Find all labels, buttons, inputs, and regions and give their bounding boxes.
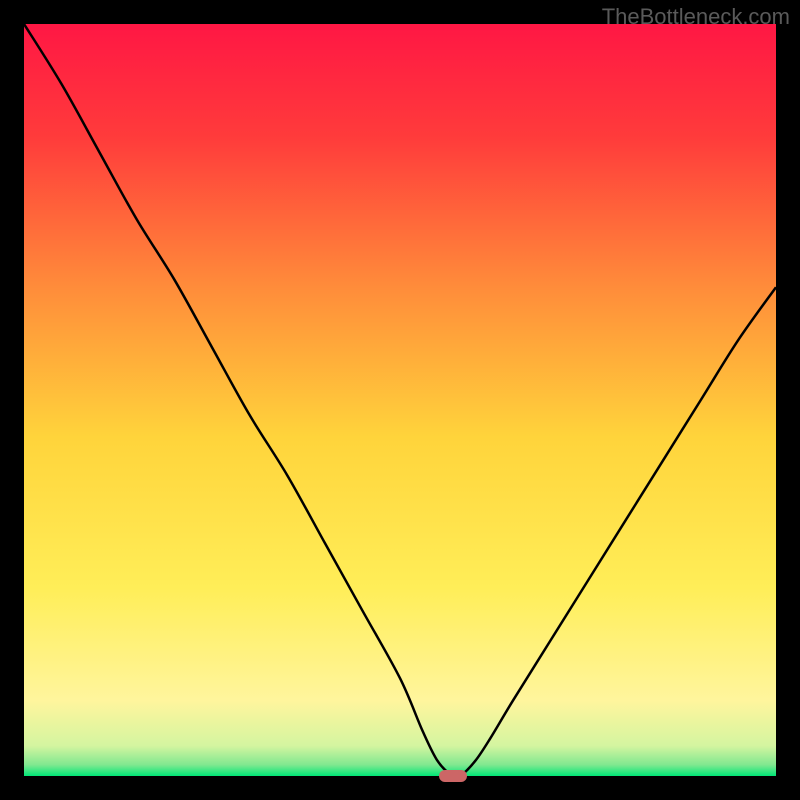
chart-svg xyxy=(24,24,776,776)
attribution-text: TheBottleneck.com xyxy=(602,4,790,30)
plot-area xyxy=(24,24,776,776)
optimal-marker xyxy=(439,770,467,782)
gradient-background xyxy=(24,24,776,776)
